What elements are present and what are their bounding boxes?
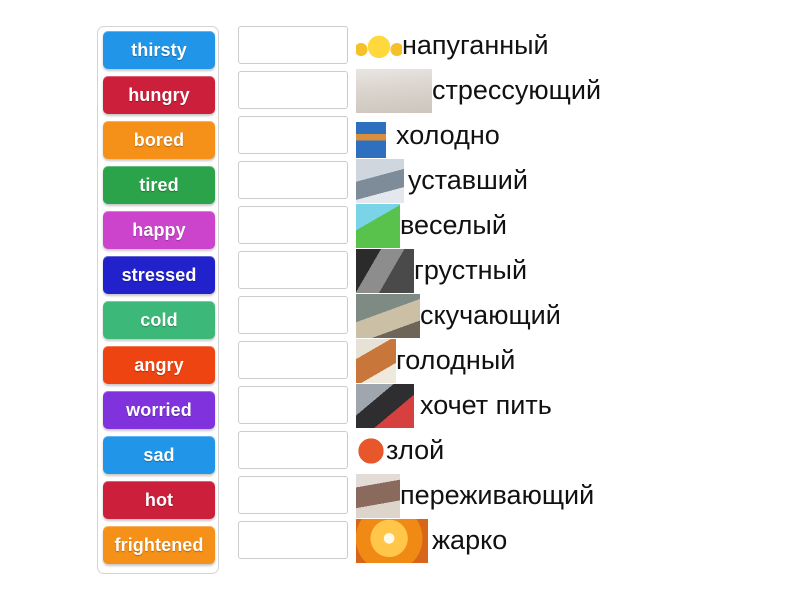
answer-prompt-column: напуганный стрессующий холодно уставший … xyxy=(356,23,786,563)
answer-text: голодный xyxy=(396,345,516,375)
happy-child-drawing xyxy=(356,203,400,248)
word-tile-frightened[interactable]: frightened xyxy=(103,526,215,564)
hot-sun-thermometer-photo xyxy=(356,518,428,563)
drop-box-9[interactable] xyxy=(238,386,348,424)
word-tile-label: thirsty xyxy=(131,39,187,60)
matching-exercise-page: thirsty hungry bored tired happy stresse… xyxy=(0,0,800,600)
answer-text: веселый xyxy=(400,210,507,240)
drop-box-7[interactable] xyxy=(238,296,348,334)
answer-text: переживающий xyxy=(400,480,595,510)
drop-box-8[interactable] xyxy=(238,341,348,379)
scared-face-emoji-image xyxy=(356,23,402,68)
word-tile-bored[interactable]: bored xyxy=(103,121,215,159)
word-tile-label: stressed xyxy=(121,264,197,285)
answer-row: жарко xyxy=(356,518,786,563)
answer-text: скучающий xyxy=(420,300,561,330)
drop-box-4[interactable] xyxy=(238,161,348,199)
answer-row: грустный xyxy=(356,248,786,293)
word-tile-cold[interactable]: cold xyxy=(103,301,215,339)
answer-text: холодно xyxy=(396,120,500,150)
word-tile-label: cold xyxy=(140,309,178,330)
word-tile-label: hungry xyxy=(128,84,190,105)
drop-box-11[interactable] xyxy=(238,476,348,514)
answer-text: хочет пить xyxy=(420,390,552,420)
angry-face-emoji-image xyxy=(356,428,386,473)
answer-row: напуганный xyxy=(356,23,786,68)
drop-box-5[interactable] xyxy=(238,206,348,244)
drop-box-3[interactable] xyxy=(238,116,348,154)
answer-text: злой xyxy=(386,435,445,465)
hungry-cat-photo xyxy=(356,338,396,383)
word-tile-angry[interactable]: angry xyxy=(103,346,215,384)
word-tile-hungry[interactable]: hungry xyxy=(103,76,215,114)
answer-text: жарко xyxy=(432,525,508,555)
answer-text: уставший xyxy=(408,165,528,195)
answer-row: стрессующий xyxy=(356,68,786,113)
word-tile-label: sad xyxy=(143,444,175,465)
answer-row: скучающий xyxy=(356,293,786,338)
sad-person-blackwhite-photo xyxy=(356,248,414,293)
word-tile-label: bored xyxy=(133,129,185,150)
answer-text: напуганный xyxy=(402,30,549,60)
drop-box-2[interactable] xyxy=(238,71,348,109)
tired-man-at-desk-photo xyxy=(356,158,404,203)
answer-row: хочет пить xyxy=(356,383,786,428)
word-tile-label: hot xyxy=(144,489,174,510)
boy-in-winter-clothes-cartoon xyxy=(356,113,386,158)
word-tile-tired[interactable]: tired xyxy=(103,166,215,204)
answer-row: голодный xyxy=(356,338,786,383)
word-tile-worried[interactable]: worried xyxy=(103,391,215,429)
word-tile-sad[interactable]: sad xyxy=(103,436,215,474)
stressed-woman-photo xyxy=(356,68,432,113)
bored-person-photo xyxy=(356,293,420,338)
answer-row: переживающий xyxy=(356,473,786,518)
answer-row: веселый xyxy=(356,203,786,248)
word-tile-container: thirsty hungry bored tired happy stresse… xyxy=(97,26,219,574)
answer-row: злой xyxy=(356,428,786,473)
word-tile-label: tired xyxy=(139,174,179,195)
word-tile-label: happy xyxy=(132,219,186,240)
word-tile-hot[interactable]: hot xyxy=(103,481,215,519)
word-tile-label: worried xyxy=(126,399,192,420)
man-drinking-water-photo xyxy=(356,383,414,428)
answer-row: холодно xyxy=(356,113,786,158)
drop-box-6[interactable] xyxy=(238,251,348,289)
drop-box-10[interactable] xyxy=(238,431,348,469)
drop-box-column xyxy=(238,26,348,559)
drop-box-1[interactable] xyxy=(238,26,348,64)
word-tile-label: angry xyxy=(134,354,184,375)
worried-woman-photo xyxy=(356,473,400,518)
answer-row: уставший xyxy=(356,158,786,203)
drop-box-12[interactable] xyxy=(238,521,348,559)
word-tile-thirsty[interactable]: thirsty xyxy=(103,31,215,69)
answer-text: стрессующий xyxy=(432,75,602,105)
word-tile-happy[interactable]: happy xyxy=(103,211,215,249)
answer-text: грустный xyxy=(414,255,528,285)
word-tile-stressed[interactable]: stressed xyxy=(103,256,215,294)
word-tile-label: frightened xyxy=(114,534,204,555)
